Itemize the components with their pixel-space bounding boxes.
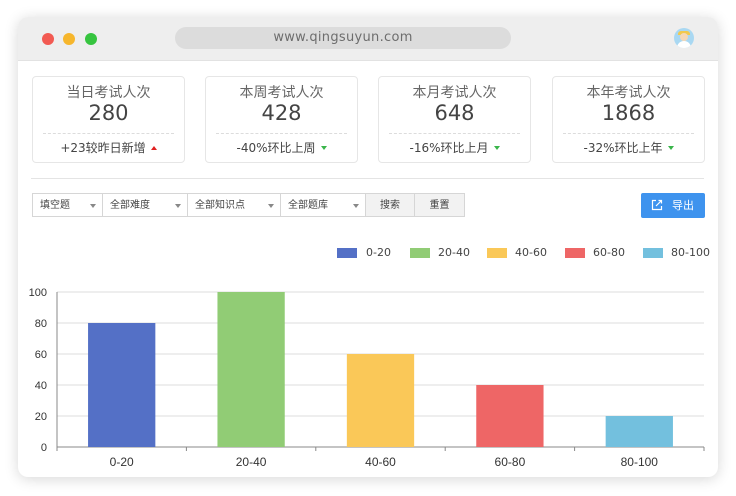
export-icon (651, 199, 663, 211)
stat-value: 428 (261, 101, 302, 125)
minimize-window-button[interactable] (63, 33, 75, 45)
stat-change: -16%环比上月 (379, 139, 530, 156)
chevron-down-icon (90, 204, 96, 208)
y-tick-label: 40 (35, 380, 47, 392)
y-tick-label: 20 (35, 411, 47, 423)
trend-down-icon (320, 146, 327, 150)
difficulty-select[interactable]: 全部难度 (102, 193, 188, 217)
knowledge-point-select[interactable]: 全部知识点 (187, 193, 281, 217)
stat-card-week: 本周考试人次 428 -40%环比上周 (205, 76, 358, 163)
title-bar: www.qingsuyun.com (18, 17, 718, 61)
stat-change: -32%环比上年 (553, 139, 704, 156)
bar-80-100 (605, 416, 673, 447)
address-bar[interactable]: www.qingsuyun.com (175, 27, 511, 49)
close-window-button[interactable] (42, 33, 54, 45)
stat-change: +23较昨日新增 (33, 139, 184, 156)
stat-card-day: 当日考试人次 280 +23较昨日新增 (32, 76, 185, 163)
stat-value: 1868 (601, 101, 656, 125)
y-tick-label: 100 (29, 287, 47, 299)
stat-value: 648 (434, 101, 475, 125)
legend-swatch (565, 248, 585, 258)
chevron-down-icon (268, 204, 274, 208)
bar-chart: 0 20 40 60 80 100 0-20 20-40 40-60 60-80 80-100 (18, 272, 718, 477)
stat-title: 本年考试人次 (586, 85, 671, 101)
bar-60-80 (476, 385, 544, 447)
stat-title: 当日考试人次 (66, 85, 151, 101)
legend-swatch (410, 248, 430, 258)
reset-button[interactable]: 重置 (414, 193, 465, 217)
legend-swatch (337, 248, 357, 258)
trend-down-icon (493, 146, 500, 150)
browser-window: www.qingsuyun.com 当日考试人次 280 +23较昨日新增 本周… (18, 17, 718, 477)
stat-title: 本周考试人次 (239, 85, 324, 101)
chevron-down-icon (353, 204, 359, 208)
stat-title: 本月考试人次 (412, 85, 497, 101)
maximize-window-button[interactable] (85, 33, 97, 45)
stat-value: 280 (88, 101, 129, 125)
stat-card-year: 本年考试人次 1868 -32%环比上年 (552, 76, 705, 163)
section-divider (31, 178, 704, 179)
trend-down-icon (667, 146, 674, 150)
x-tick-label: 80-100 (621, 455, 659, 469)
bar-0-20 (88, 323, 156, 447)
x-tick-label: 20-40 (236, 455, 267, 469)
x-tick-label: 40-60 (365, 455, 396, 469)
y-tick-label: 60 (35, 349, 47, 361)
search-button[interactable]: 搜索 (365, 193, 415, 217)
x-tick-label: 0-20 (110, 455, 134, 469)
y-tick-label: 0 (41, 442, 47, 454)
chevron-down-icon (175, 204, 181, 208)
stat-card-month: 本月考试人次 648 -16%环比上月 (378, 76, 531, 163)
x-tick-label: 60-80 (495, 455, 526, 469)
bar-chart-svg: 0 20 40 60 80 100 0-20 20-40 40-60 60-80 80-100 (29, 287, 705, 469)
legend-swatch (643, 248, 663, 258)
bar-20-40 (217, 292, 285, 447)
trend-up-icon (150, 146, 157, 150)
bar-40-60 (346, 354, 415, 447)
stat-change: -40%环比上周 (206, 139, 357, 156)
question-type-select[interactable]: 填空题 (32, 193, 103, 217)
y-tick-label: 80 (35, 318, 47, 330)
legend-swatch (487, 248, 507, 258)
question-bank-select[interactable]: 全部题库 (280, 193, 366, 217)
avatar[interactable] (674, 28, 694, 48)
export-button[interactable]: 导出 (641, 193, 705, 218)
